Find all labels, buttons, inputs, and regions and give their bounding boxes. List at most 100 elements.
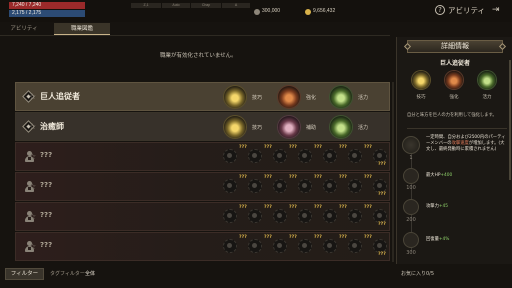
locked-slot-label: ??? xyxy=(339,175,347,180)
hp-value: 7,240 / 7,240 xyxy=(12,2,42,8)
locked-slot-label: ??? xyxy=(239,175,247,180)
favorite-star-icon[interactable]: ☆ xyxy=(29,212,36,221)
job-row-locked[interactable]: ☆ ??? ??? ??? ??? ??? ??? ??? ??? xyxy=(15,142,390,171)
locked-slot-icon xyxy=(298,209,312,223)
hp-node-icon[interactable] xyxy=(403,168,419,184)
currency-1: 300,000 xyxy=(262,8,281,14)
gold-crest-icon xyxy=(224,86,246,108)
locked-slot-label: ??? xyxy=(264,175,272,180)
detail-header: 詳細情報 xyxy=(403,40,507,53)
locked-slot-icon xyxy=(323,209,337,223)
favorite-star-icon[interactable]: ☆ xyxy=(29,122,36,131)
gold-coin-icon xyxy=(305,9,311,15)
locked-slot-label: ??? xyxy=(378,252,386,257)
mp-bar: 2,175 / 2,175 xyxy=(9,10,85,17)
locked-slot-icon xyxy=(248,239,262,253)
mp-value: 2,175 / 2,175 xyxy=(12,10,42,16)
favorite-star-icon[interactable]: ☆ xyxy=(29,92,36,101)
favorite-star-icon[interactable]: ☆ xyxy=(29,242,36,251)
job-row-locked[interactable]: ☆ ??? ??? ??? ??? ??? ??? ??? ??? xyxy=(15,202,390,231)
detail-skill-label: 強化 xyxy=(449,95,459,100)
list-scrollbar[interactable] xyxy=(392,82,394,262)
locked-slot-icon xyxy=(298,239,312,253)
quick-pill-2[interactable]: Auto xyxy=(162,3,190,8)
locked-slot-label: ??? xyxy=(339,145,347,150)
locked-slot-icon xyxy=(373,149,387,163)
node-level: 1 xyxy=(409,155,413,161)
locked-slot-label: ??? xyxy=(364,235,372,240)
node-bonus: 回復量+4% xyxy=(426,237,450,242)
locked-slot-icon xyxy=(223,179,237,193)
quick-pill-1[interactable]: Z,1 xyxy=(131,3,161,8)
favorite-star-icon[interactable]: ☆ xyxy=(29,152,36,161)
locked-slot-label: ??? xyxy=(264,145,272,150)
notice-text: 職業が有効化されていません。 xyxy=(160,53,237,59)
locked-slot-label: ??? xyxy=(314,235,322,240)
locked-slot-icon xyxy=(223,149,237,163)
locked-slot-label: ??? xyxy=(289,145,297,150)
gold-crest-icon xyxy=(412,71,430,89)
favorite-star-icon[interactable]: ☆ xyxy=(29,182,36,191)
heal-node-icon[interactable] xyxy=(403,232,419,248)
locked-slot-label: ??? xyxy=(239,235,247,240)
job-name: 巨人追従者 xyxy=(40,91,80,101)
screen-title: アビリティ xyxy=(448,6,486,15)
locked-slot-icon xyxy=(223,239,237,253)
locked-slot-icon xyxy=(348,149,362,163)
skill-label: 技巧 xyxy=(252,95,263,101)
locked-slot-icon xyxy=(348,179,362,193)
help-icon[interactable]: ? xyxy=(435,5,445,15)
skill-label: 強化 xyxy=(306,95,317,101)
green-crest-icon xyxy=(478,71,496,89)
locked-slot-label: ??? xyxy=(364,145,372,150)
detail-divider xyxy=(407,128,507,129)
locked-slot-label: ??? xyxy=(378,162,386,167)
node-bonus: 最大HP+400 xyxy=(426,173,453,178)
job-skill-node-icon[interactable] xyxy=(402,136,420,154)
job-row[interactable]: ☆ 巨人追従者 技巧 強化 活力 xyxy=(15,82,390,111)
top-status-bar: 7,240 / 7,240 2,175 / 2,175 Z,1 Auto Cha… xyxy=(0,0,512,22)
locked-slot-icon xyxy=(248,179,262,193)
favorites-count: お気に入り0/5 xyxy=(401,271,435,277)
locked-slot-icon xyxy=(298,179,312,193)
locked-slot-icon xyxy=(323,149,337,163)
job-row[interactable]: ☆ 治癒師 技巧 補助 活力 xyxy=(15,112,390,141)
detail-job-name: 巨人追従者 xyxy=(439,60,470,67)
job-name: ??? xyxy=(40,151,53,159)
locked-slot-label: ??? xyxy=(314,145,322,150)
locked-slot-icon xyxy=(273,209,287,223)
attack-node-icon[interactable] xyxy=(403,199,419,215)
locked-slot-label: ??? xyxy=(314,175,322,180)
exit-icon[interactable]: ⇥ xyxy=(492,5,500,15)
detail-scrollbar[interactable] xyxy=(509,60,511,180)
locked-slot-icon xyxy=(273,239,287,253)
quick-pill-3[interactable]: Chap xyxy=(191,3,221,8)
job-name: ??? xyxy=(40,241,53,249)
job-name: ??? xyxy=(40,211,53,219)
job-name: ??? xyxy=(40,181,53,189)
job-row-locked[interactable]: ☆ ??? ??? ??? ??? ??? ??? ??? ??? xyxy=(15,172,390,201)
tag-filter-value[interactable]: 全体 xyxy=(85,270,95,277)
quick-pill-4[interactable]: A xyxy=(222,3,250,8)
skill-label: 補助 xyxy=(306,125,317,131)
filter-button[interactable]: フィルター xyxy=(5,268,44,280)
locked-slot-icon xyxy=(348,209,362,223)
currency-2: 9,656,432 xyxy=(313,8,336,14)
locked-slot-icon xyxy=(273,149,287,163)
locked-slot-icon xyxy=(373,239,387,253)
tab-ability[interactable]: アビリティ xyxy=(2,23,46,35)
locked-slot-icon xyxy=(298,149,312,163)
locked-slot-icon xyxy=(248,209,262,223)
locked-slot-label: ??? xyxy=(264,235,272,240)
tab-job-codex[interactable]: 職業図鑑 xyxy=(54,23,110,35)
node-level: 200 xyxy=(406,217,416,223)
locked-slot-icon xyxy=(323,239,337,253)
skill-label: 活力 xyxy=(358,125,369,131)
detail-skill-label: 技巧 xyxy=(416,95,426,100)
skill-label: 技巧 xyxy=(252,125,263,131)
locked-slot-icon xyxy=(373,209,387,223)
job-row-locked[interactable]: ☆ ??? ??? ??? ??? ??? ??? ??? ??? xyxy=(15,232,390,261)
tag-filter-label: タグフィルター xyxy=(50,271,85,277)
locked-slot-label: ??? xyxy=(239,145,247,150)
locked-slot-label: ??? xyxy=(364,205,372,210)
